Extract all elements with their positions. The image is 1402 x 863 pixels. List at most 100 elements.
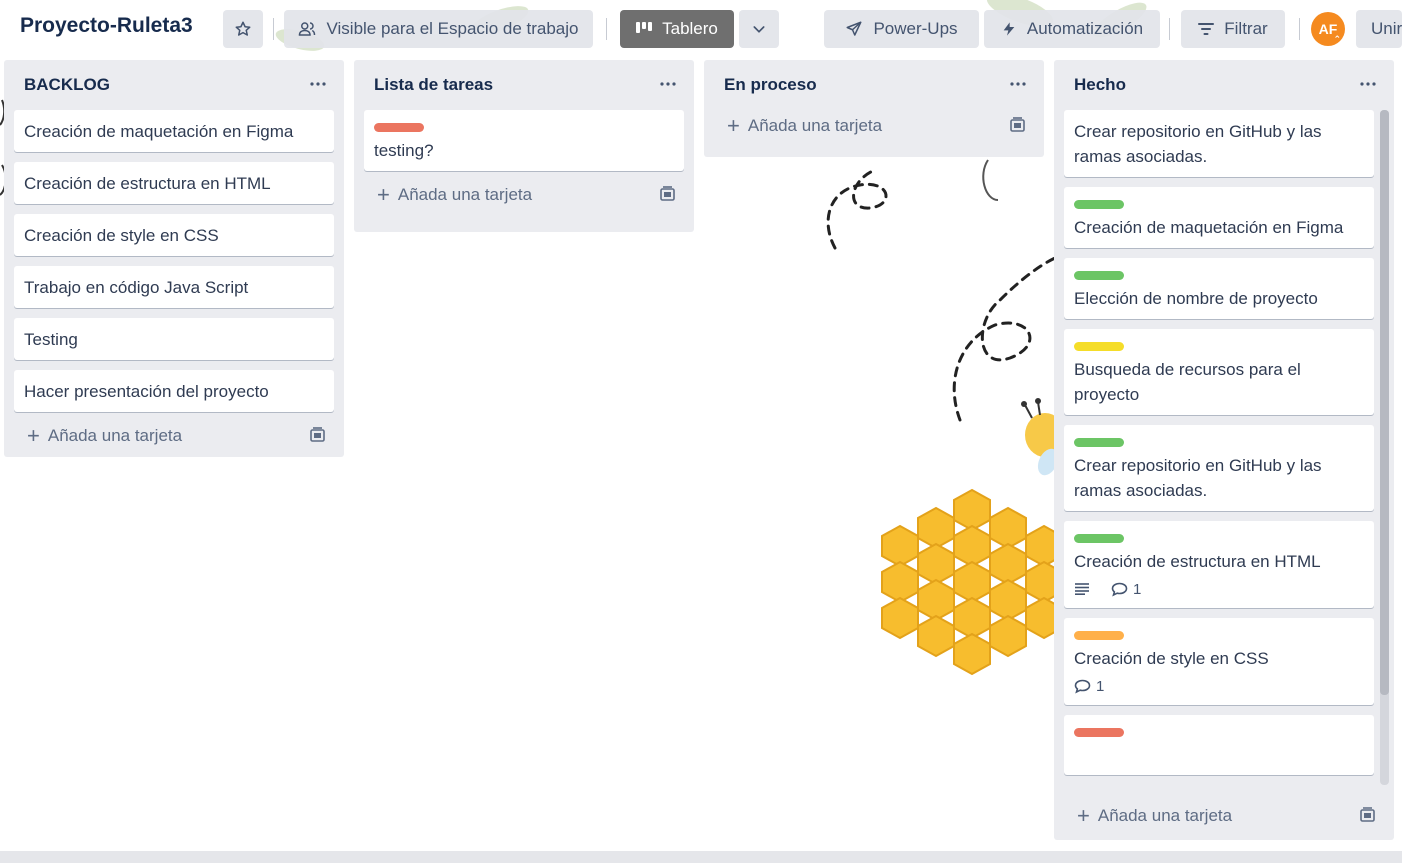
people-icon — [299, 22, 316, 36]
header-divider — [273, 18, 274, 40]
card[interactable]: Creación de estructura en HTML — [14, 162, 334, 204]
card-badges: 1 — [1074, 675, 1364, 697]
card-badges: 1 — [1074, 578, 1364, 600]
list-menu-button[interactable] — [1006, 72, 1030, 96]
list-menu-button[interactable] — [656, 72, 680, 96]
template-icon — [310, 427, 325, 442]
card-title: Creación de maquetación en Figma — [24, 122, 294, 141]
card[interactable]: Hacer presentación del proyecto — [14, 370, 334, 412]
card[interactable]: Creación de maquetación en Figma — [1064, 187, 1374, 248]
list-title[interactable]: Hecho — [1074, 75, 1126, 95]
card-label — [1074, 342, 1124, 351]
list-en-proceso: En proceso + Añada una tarjeta — [704, 60, 1044, 157]
add-card-button[interactable]: + Añada una tarjeta — [354, 171, 694, 219]
rocket-icon — [846, 21, 862, 36]
member-avatar[interactable]: AF ⌃ — [1311, 12, 1345, 46]
card[interactable]: Creación de style en CSS 1 — [1064, 618, 1374, 705]
plus-icon: + — [727, 113, 740, 138]
list-lista-de-tareas: Lista de tareas testing? + Añada una tar… — [354, 60, 694, 232]
list-menu-button[interactable] — [306, 72, 330, 96]
card[interactable]: Elección de nombre de proyecto — [1064, 258, 1374, 319]
more-icon — [310, 82, 326, 86]
card-title: Trabajo en código Java Script — [24, 278, 249, 297]
visibility-button[interactable]: Visible para el Espacio de trabajo — [284, 10, 593, 48]
create-from-template-button[interactable] — [309, 427, 326, 448]
view-board-label: Tablero — [662, 19, 718, 38]
card-title: Crear repositorio en GitHub y las ramas … — [1074, 122, 1322, 166]
card-label — [1074, 200, 1124, 209]
header-divider — [606, 18, 607, 40]
card-title: Elección de nombre de proyecto — [1074, 289, 1318, 308]
list-hecho: Hecho Crear repositorio en GitHub y las … — [1054, 60, 1394, 840]
card-list: Creación de maquetación en Figma Creació… — [4, 110, 344, 412]
comments-badge: 1 — [1074, 674, 1104, 699]
card[interactable]: Creación de style en CSS — [14, 214, 334, 256]
join-button[interactable]: Unir — [1356, 10, 1402, 48]
board-horizontal-scrollbar[interactable] — [0, 851, 1402, 863]
comments-count: 1 — [1096, 677, 1105, 695]
list-header: BACKLOG — [4, 60, 344, 110]
card[interactable]: Crear repositorio en GitHub y las ramas … — [1064, 425, 1374, 511]
join-label: Unir — [1371, 19, 1402, 38]
power-ups-button[interactable]: Power-Ups — [824, 10, 979, 48]
card[interactable]: Creación de estructura en HTML 1 — [1064, 521, 1374, 608]
filter-icon — [1198, 23, 1215, 35]
add-card-button[interactable]: + Añada una tarjeta — [1054, 792, 1394, 840]
power-ups-label: Power-Ups — [873, 19, 958, 38]
list-backlog: BACKLOG Creación de maquetación en Figma… — [4, 60, 344, 457]
card-title: testing? — [374, 141, 434, 160]
card[interactable]: Creación de maquetación en Figma — [14, 110, 334, 152]
chevron-down-icon — [753, 26, 765, 33]
list-scrollbar[interactable] — [1380, 110, 1389, 785]
more-icon — [1360, 82, 1376, 86]
list-header: Lista de tareas — [354, 60, 694, 110]
visibility-label: Visible para el Espacio de trabajo — [326, 19, 579, 38]
card[interactable]: Trabajo en código Java Script — [14, 266, 334, 308]
star-button[interactable] — [223, 10, 263, 48]
list-menu-button[interactable] — [1356, 72, 1380, 96]
add-card-button[interactable]: + Añada una tarjeta — [4, 412, 344, 460]
add-card-label: Añada una tarjeta — [47, 426, 183, 445]
card-list: testing? — [354, 110, 694, 171]
list-title[interactable]: En proceso — [724, 75, 817, 95]
list-title[interactable]: Lista de tareas — [374, 75, 493, 95]
card-label — [1074, 534, 1124, 543]
card-title: Creación de style en CSS — [24, 226, 219, 245]
list-scrollbar-thumb[interactable] — [1380, 110, 1389, 695]
automation-button[interactable]: Automatización — [984, 10, 1160, 48]
card[interactable] — [1064, 715, 1374, 775]
card-title: Creación de maquetación en Figma — [1074, 218, 1344, 237]
filter-button[interactable]: Filtrar — [1181, 10, 1285, 48]
card[interactable]: testing? — [364, 110, 684, 171]
add-card-label: Añada una tarjeta — [747, 116, 883, 135]
star-icon — [235, 21, 251, 36]
comment-icon — [1074, 679, 1091, 694]
board-title[interactable]: Proyecto-Ruleta3 — [20, 14, 193, 38]
comment-icon — [1111, 582, 1128, 597]
create-from-template-button[interactable] — [1009, 117, 1026, 138]
list-header: Hecho — [1054, 60, 1394, 110]
view-switcher-button[interactable] — [739, 10, 779, 48]
card-label — [1074, 728, 1124, 737]
card-title: Creación de estructura en HTML — [24, 174, 271, 193]
create-from-template-button[interactable] — [1359, 807, 1376, 828]
template-icon — [1010, 117, 1025, 132]
board-header: Proyecto-Ruleta3 Visible para el Espacio… — [0, 0, 1402, 60]
automation-label: Automatización — [1026, 19, 1144, 38]
add-card-button[interactable]: + Añada una tarjeta — [704, 102, 1044, 150]
plus-icon: + — [377, 182, 390, 207]
more-icon — [1010, 82, 1026, 86]
card-label — [1074, 438, 1124, 447]
list-title[interactable]: BACKLOG — [24, 75, 110, 95]
card[interactable]: Crear repositorio en GitHub y las ramas … — [1064, 110, 1374, 177]
board-icon — [636, 22, 653, 33]
lightning-icon — [1003, 22, 1015, 36]
create-from-template-button[interactable] — [659, 186, 676, 207]
comments-count: 1 — [1133, 580, 1142, 598]
card-label — [1074, 631, 1124, 640]
card-label — [1074, 271, 1124, 280]
description-icon — [1075, 583, 1089, 595]
card[interactable]: Busqueda de recursos para el proyecto — [1064, 329, 1374, 415]
card[interactable]: Testing — [14, 318, 334, 360]
view-board-button[interactable]: Tablero — [620, 10, 734, 48]
